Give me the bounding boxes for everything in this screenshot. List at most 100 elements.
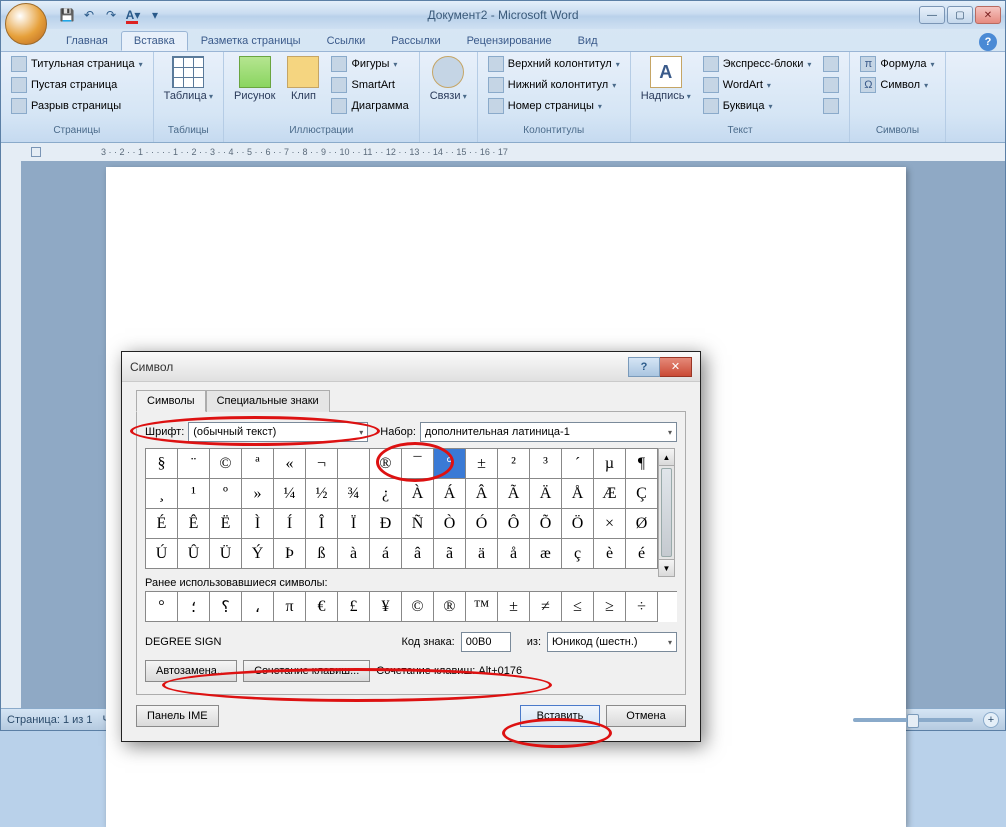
zoom-slider[interactable] bbox=[853, 718, 973, 722]
font-combo[interactable]: (обычный текст) bbox=[188, 422, 368, 442]
char-cell[interactable]: Á bbox=[434, 479, 466, 509]
links-button[interactable]: Связи bbox=[426, 54, 471, 105]
clipart-button[interactable]: Клип bbox=[283, 54, 323, 104]
recent-char-cell[interactable]: ≥ bbox=[594, 592, 626, 622]
recent-char-cell[interactable]: ± bbox=[498, 592, 530, 622]
quickparts-button[interactable]: Экспресс-блоки bbox=[699, 54, 816, 74]
char-cell[interactable]: ¶ bbox=[626, 449, 658, 479]
char-cell[interactable]: Ü bbox=[210, 539, 242, 569]
char-cell[interactable]: Ç bbox=[626, 479, 658, 509]
char-cell[interactable]: Õ bbox=[530, 509, 562, 539]
recent-char-cell[interactable]: π bbox=[274, 592, 306, 622]
char-cell[interactable]: Ö bbox=[562, 509, 594, 539]
recent-char-cell[interactable]: ≤ bbox=[562, 592, 594, 622]
char-cell[interactable]: À bbox=[402, 479, 434, 509]
recent-char-cell[interactable]: © bbox=[402, 592, 434, 622]
dialog-tab-symbols[interactable]: Символы bbox=[136, 390, 206, 412]
char-cell[interactable]: ² bbox=[498, 449, 530, 479]
char-cell[interactable]: ° bbox=[434, 449, 466, 479]
smartart-button[interactable]: SmartArt bbox=[327, 75, 412, 95]
char-cell[interactable]: Â bbox=[466, 479, 498, 509]
page-break-button[interactable]: Разрыв страницы bbox=[7, 96, 147, 116]
tab-home[interactable]: Главная bbox=[53, 31, 121, 51]
char-cell[interactable]: ¯ bbox=[402, 449, 434, 479]
tab-insert[interactable]: Вставка bbox=[121, 31, 188, 51]
object-button[interactable] bbox=[819, 96, 843, 116]
char-cell[interactable]: Ú bbox=[146, 539, 178, 569]
recent-char-cell[interactable]: ≠ bbox=[530, 592, 562, 622]
char-cell[interactable]: Û bbox=[178, 539, 210, 569]
char-cell[interactable]: Ñ bbox=[402, 509, 434, 539]
autocorrect-button[interactable]: Автозамена... bbox=[145, 660, 237, 682]
char-cell[interactable]: Ï bbox=[338, 509, 370, 539]
recent-char-cell[interactable]: £ bbox=[338, 592, 370, 622]
dialog-help-button[interactable]: ? bbox=[628, 357, 660, 377]
qat-customize-icon[interactable]: ▾ bbox=[145, 5, 165, 25]
char-cell[interactable]: ¼ bbox=[274, 479, 306, 509]
recent-char-cell[interactable]: ؛ bbox=[178, 592, 210, 622]
tab-page-layout[interactable]: Разметка страницы bbox=[188, 31, 314, 51]
char-cell[interactable]: ¿ bbox=[370, 479, 402, 509]
char-cell[interactable]: ¸ bbox=[146, 479, 178, 509]
char-cell[interactable]: ± bbox=[466, 449, 498, 479]
code-input[interactable] bbox=[461, 632, 511, 652]
char-cell[interactable]: Ò bbox=[434, 509, 466, 539]
char-cell[interactable]: Ð bbox=[370, 509, 402, 539]
tab-mailings[interactable]: Рассылки bbox=[378, 31, 453, 51]
char-cell[interactable]: Ã bbox=[498, 479, 530, 509]
grid-scrollbar[interactable]: ▲▼ bbox=[658, 448, 675, 577]
blank-page-button[interactable]: Пустая страница bbox=[7, 75, 147, 95]
char-cell[interactable]: ¾ bbox=[338, 479, 370, 509]
from-combo[interactable]: Юникод (шестн.) bbox=[547, 632, 677, 652]
table-button[interactable]: Таблица bbox=[160, 54, 217, 105]
char-cell[interactable]: æ bbox=[530, 539, 562, 569]
char-cell[interactable]: µ bbox=[594, 449, 626, 479]
cancel-button[interactable]: Отмена bbox=[606, 705, 686, 727]
char-cell[interactable]: § bbox=[146, 449, 178, 479]
recent-char-cell[interactable]: ® bbox=[434, 592, 466, 622]
recent-char-cell[interactable]: ÷ bbox=[626, 592, 658, 622]
char-cell[interactable]: Í bbox=[274, 509, 306, 539]
char-cell[interactable]: ª bbox=[242, 449, 274, 479]
char-cell[interactable]: ç bbox=[562, 539, 594, 569]
char-cell[interactable]: « bbox=[274, 449, 306, 479]
picture-button[interactable]: Рисунок bbox=[230, 54, 280, 104]
char-cell[interactable]: â bbox=[402, 539, 434, 569]
close-button[interactable]: ✕ bbox=[975, 6, 1001, 24]
tab-view[interactable]: Вид bbox=[565, 31, 611, 51]
character-grid[interactable]: §¨©ª«¬­®¯°±²³´µ¶¸¹º»¼½¾¿ÀÁÂÃÄÅÆÇÉÊËÌÍÎÏÐ… bbox=[145, 448, 658, 569]
char-cell[interactable]: ® bbox=[370, 449, 402, 479]
recent-char-cell[interactable]: ، bbox=[242, 592, 274, 622]
save-icon[interactable]: 💾 bbox=[57, 5, 77, 25]
wordart-button[interactable]: WordArt bbox=[699, 75, 816, 95]
char-cell[interactable]: á bbox=[370, 539, 402, 569]
char-cell[interactable]: Ó bbox=[466, 509, 498, 539]
recent-char-cell[interactable]: ¥ bbox=[370, 592, 402, 622]
char-cell[interactable]: Ø bbox=[626, 509, 658, 539]
char-cell[interactable]: Å bbox=[562, 479, 594, 509]
symbol-button[interactable]: ΩСимвол bbox=[856, 75, 938, 95]
datetime-button[interactable] bbox=[819, 75, 843, 95]
subset-combo[interactable]: дополнительная латиница-1 bbox=[420, 422, 677, 442]
textbox-button[interactable]: AНадпись bbox=[637, 54, 695, 105]
tab-references[interactable]: Ссылки bbox=[314, 31, 379, 51]
recent-char-cell[interactable]: ؟ bbox=[210, 592, 242, 622]
char-cell[interactable]: é bbox=[626, 539, 658, 569]
footer-button[interactable]: Нижний колонтитул bbox=[484, 75, 624, 95]
char-cell[interactable]: Ô bbox=[498, 509, 530, 539]
insert-button[interactable]: Вставить bbox=[520, 705, 600, 727]
char-cell[interactable]: ß bbox=[306, 539, 338, 569]
char-cell[interactable]: ¬ bbox=[306, 449, 338, 479]
signature-button[interactable] bbox=[819, 54, 843, 74]
char-cell[interactable]: è bbox=[594, 539, 626, 569]
char-cell[interactable]: © bbox=[210, 449, 242, 479]
char-cell[interactable]: ã bbox=[434, 539, 466, 569]
cover-page-button[interactable]: Титульная страница bbox=[7, 54, 147, 74]
chart-button[interactable]: Диаграмма bbox=[327, 96, 412, 116]
dialog-tab-special[interactable]: Специальные знаки bbox=[206, 390, 330, 412]
char-cell[interactable]: ­ bbox=[338, 449, 370, 479]
page-number-button[interactable]: Номер страницы bbox=[484, 96, 624, 116]
undo-icon[interactable]: ↶ bbox=[79, 5, 99, 25]
char-cell[interactable]: Æ bbox=[594, 479, 626, 509]
tab-review[interactable]: Рецензирование bbox=[454, 31, 565, 51]
